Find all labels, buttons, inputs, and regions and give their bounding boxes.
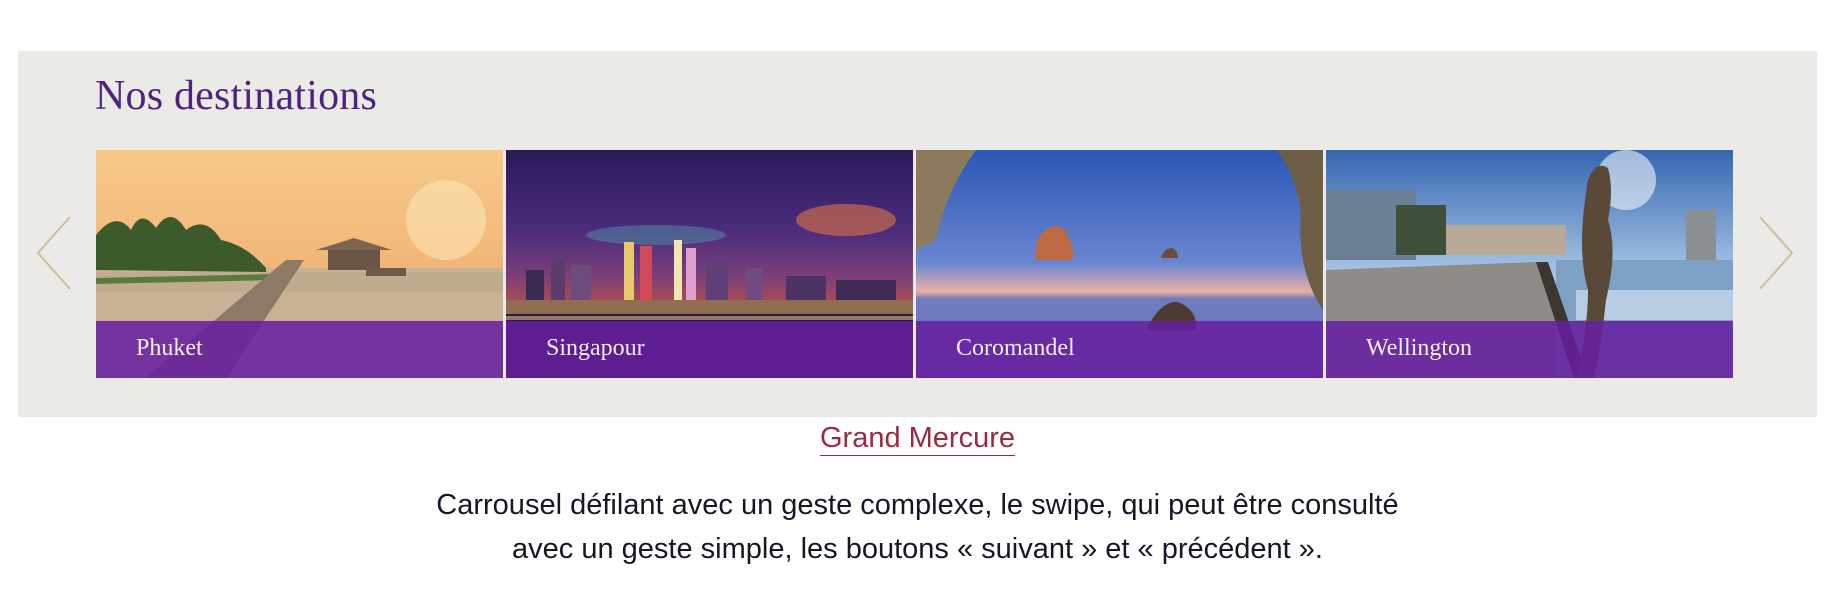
carousel-title: Nos destinations bbox=[95, 73, 378, 119]
carousel-description: Carrousel défilant avec un geste complex… bbox=[0, 483, 1835, 571]
slide-singapour[interactable]: Singapour bbox=[506, 150, 913, 378]
slide-wellington[interactable]: Wellington bbox=[1326, 150, 1733, 378]
slide-coromandel[interactable]: Coromandel bbox=[916, 150, 1323, 378]
chevron-left-icon bbox=[36, 216, 71, 290]
slide-label-wellington: Wellington bbox=[1366, 335, 1473, 361]
carousel-track: Phuket Singapour Coromandel Wellington bbox=[96, 150, 1733, 378]
previous-button[interactable] bbox=[34, 213, 78, 293]
description-line-1: Carrousel défilant avec un geste complex… bbox=[436, 489, 1399, 521]
description-line-2: avec un geste simple, les boutons « suiv… bbox=[512, 533, 1323, 565]
slide-phuket[interactable]: Phuket bbox=[96, 150, 503, 378]
destinations-carousel: Nos destinations Phuket Singapour Coroma… bbox=[18, 51, 1817, 417]
source-link-container: Grand Mercure bbox=[0, 422, 1835, 456]
slide-label-coromandel: Coromandel bbox=[956, 335, 1075, 361]
grand-mercure-link[interactable]: Grand Mercure bbox=[819, 422, 1015, 456]
chevron-right-icon bbox=[1759, 216, 1794, 290]
slide-label-phuket: Phuket bbox=[136, 335, 203, 361]
slide-label-singapour: Singapour bbox=[546, 335, 645, 361]
next-button[interactable] bbox=[1752, 213, 1796, 293]
